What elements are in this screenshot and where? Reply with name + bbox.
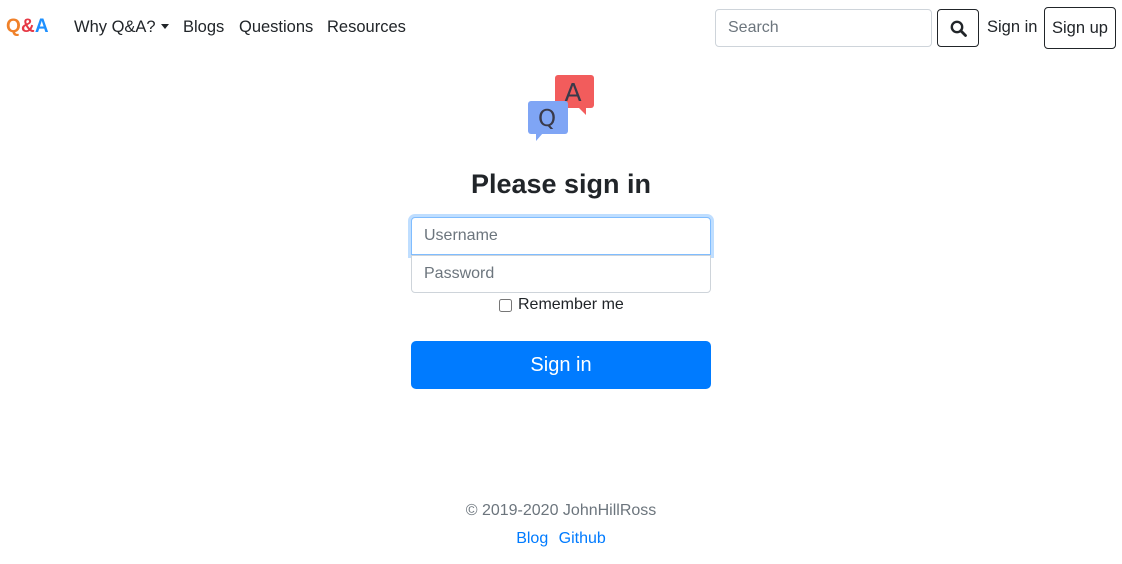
copyright-text: © 2019-2020 JohnHillRoss — [465, 502, 657, 519]
footer-link-github[interactable]: Github — [559, 530, 606, 547]
brand-ampersand: & — [20, 16, 35, 37]
username-field[interactable] — [411, 217, 711, 255]
qa-chat-bubbles-icon: A Q — [528, 75, 594, 141]
sign-in-submit-button[interactable]: Sign in — [411, 341, 711, 389]
remember-me-checkbox[interactable] — [499, 298, 512, 312]
navbar: Q&A Why Q&A? Blogs Questions Resources S… — [0, 0, 1122, 56]
page-title: Please sign in — [470, 169, 652, 199]
brand-a: A — [34, 16, 49, 37]
logo-letter-q: Q — [538, 106, 556, 132]
caret-down-icon — [160, 24, 169, 29]
nav-why-qa-dropdown[interactable]: Why Q&A? — [74, 17, 169, 37]
brand-logo[interactable]: Q&A — [6, 16, 49, 38]
remember-me[interactable]: Remember me — [498, 295, 624, 315]
search-input[interactable] — [715, 9, 932, 47]
nav-resources[interactable]: Resources — [327, 17, 406, 37]
footer-link-blog[interactable]: Blog — [516, 530, 548, 547]
remember-me-label: Remember me — [518, 296, 624, 313]
nav-questions[interactable]: Questions — [239, 17, 313, 37]
nav-why-qa-label: Why Q&A? — [74, 18, 156, 36]
password-field[interactable] — [411, 255, 711, 293]
search-icon — [950, 20, 967, 37]
sign-in-link[interactable]: Sign in — [987, 17, 1037, 37]
nav-blogs[interactable]: Blogs — [183, 17, 224, 37]
logo-letter-a: A — [564, 78, 581, 107]
search-button[interactable] — [937, 9, 979, 47]
sign-up-button[interactable]: Sign up — [1044, 7, 1116, 49]
brand-q: Q — [6, 16, 21, 37]
footer-links: Blog Github — [361, 530, 761, 548]
